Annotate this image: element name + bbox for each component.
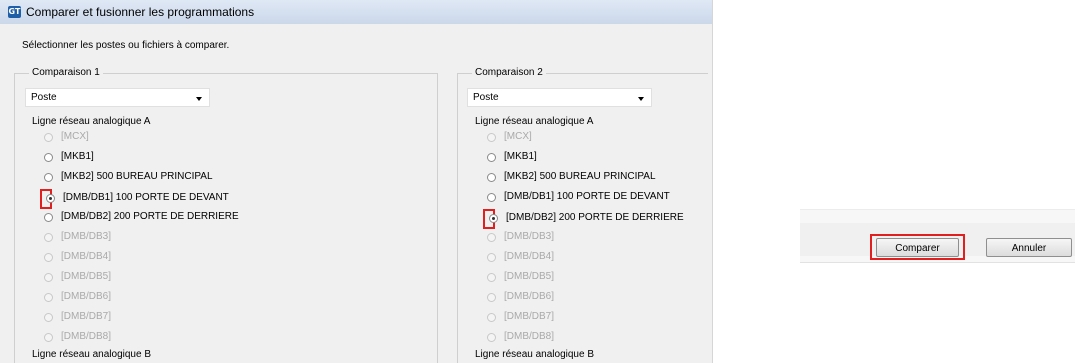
station-option[interactable]: [DMB/DB2] 200 PORTE DE DERRIERE xyxy=(483,209,684,229)
station-label: [MKB1] xyxy=(504,151,537,162)
compare-merge-dialog: GT Comparer et fusionner les programmati… xyxy=(0,0,713,363)
dialog-button-panel: Comparer Annuler xyxy=(800,209,1075,363)
app-logo-icon: GT xyxy=(8,6,21,18)
window-title: Comparer et fusionner les programmations xyxy=(26,5,255,19)
compare-button[interactable]: Comparer xyxy=(876,238,959,257)
station-label: [DMB/DB8] xyxy=(504,331,555,342)
comparison-2-group: Comparaison 2 Poste Ligne réseau analogi… xyxy=(457,67,708,363)
station-label: [DMB/DB7] xyxy=(504,311,555,322)
radio-unchecked-icon xyxy=(487,293,496,302)
station-label: [MKB2] 500 BUREAU PRINCIPAL xyxy=(61,171,213,182)
radio-unchecked-icon xyxy=(487,333,496,342)
chevron-down-icon xyxy=(196,97,202,101)
comparison-2-section-b: Ligne réseau analogique B xyxy=(475,349,594,360)
radio-unchecked-icon xyxy=(487,313,496,322)
station-label: [DMB/DB6] xyxy=(504,291,555,302)
radio-unchecked-icon xyxy=(44,313,53,322)
station-label: [DMB/DB5] xyxy=(61,271,112,282)
station-label: [DMB/DB8] xyxy=(61,331,112,342)
comparison-1-section-a: Ligne réseau analogique A xyxy=(32,116,151,127)
cancel-button[interactable]: Annuler xyxy=(986,238,1072,257)
radio-unchecked-icon xyxy=(487,133,496,142)
radio-unchecked-icon[interactable] xyxy=(487,153,496,162)
compare-button-highlight: Comparer xyxy=(870,234,965,260)
radio-unchecked-icon[interactable] xyxy=(487,193,496,202)
station-label: [DMB/DB4] xyxy=(504,251,555,262)
radio-unchecked-icon[interactable] xyxy=(44,153,53,162)
comparison-2-type-select[interactable]: Poste xyxy=(467,88,652,107)
radio-unchecked-icon xyxy=(44,253,53,262)
radio-unchecked-icon xyxy=(44,333,53,342)
radio-unchecked-icon xyxy=(44,293,53,302)
station-label: [DMB/DB3] xyxy=(61,231,112,242)
radio-unchecked-icon xyxy=(487,253,496,262)
station-label: [DMB/DB1] 100 PORTE DE DEVANT xyxy=(63,192,229,203)
station-label: [MCX] xyxy=(61,131,89,142)
radio-checked-icon[interactable] xyxy=(46,194,55,203)
radio-unchecked-icon[interactable] xyxy=(44,213,53,222)
comparison-1-group: Comparaison 1 Poste Ligne réseau analogi… xyxy=(14,67,438,363)
comparison-2-section-a: Ligne réseau analogique A xyxy=(475,116,594,127)
station-label: [DMB/DB3] xyxy=(504,231,555,242)
comparison-1-title: Comparaison 1 xyxy=(29,67,103,78)
chevron-down-icon xyxy=(638,97,644,101)
radio-unchecked-icon xyxy=(487,273,496,282)
station-label: [MKB1] xyxy=(61,151,94,162)
comparison-1-type-value: Poste xyxy=(31,92,57,103)
radio-unchecked-icon xyxy=(44,133,53,142)
radio-unchecked-icon[interactable] xyxy=(44,173,53,182)
station-label: [MCX] xyxy=(504,131,532,142)
station-label: [DMB/DB2] 200 PORTE DE DERRIERE xyxy=(61,211,239,222)
station-label: [DMB/DB7] xyxy=(61,311,112,322)
station-label: [DMB/DB2] 200 PORTE DE DERRIERE xyxy=(506,212,684,223)
radio-checked-icon[interactable] xyxy=(489,214,498,223)
station-option[interactable]: [DMB/DB1] 100 PORTE DE DEVANT xyxy=(40,189,229,209)
comparison-1-type-select[interactable]: Poste xyxy=(25,88,210,107)
station-label: [DMB/DB5] xyxy=(504,271,555,282)
station-label: [DMB/DB4] xyxy=(61,251,112,262)
comparison-2-title: Comparaison 2 xyxy=(472,67,546,78)
button-bar: Comparer Annuler xyxy=(800,209,1075,263)
station-label: [DMB/DB6] xyxy=(61,291,112,302)
radio-unchecked-icon[interactable] xyxy=(487,173,496,182)
instruction-text: Sélectionner les postes ou fichiers à co… xyxy=(22,40,230,51)
comparison-2-type-value: Poste xyxy=(473,92,499,103)
radio-unchecked-icon xyxy=(44,233,53,242)
radio-unchecked-icon xyxy=(487,233,496,242)
station-label: [MKB2] 500 BUREAU PRINCIPAL xyxy=(504,171,656,182)
station-label: [DMB/DB1] 100 PORTE DE DEVANT xyxy=(504,191,670,202)
title-bar: GT Comparer et fusionner les programmati… xyxy=(0,0,712,24)
radio-unchecked-icon xyxy=(44,273,53,282)
comparison-1-section-b: Ligne réseau analogique B xyxy=(32,349,151,360)
